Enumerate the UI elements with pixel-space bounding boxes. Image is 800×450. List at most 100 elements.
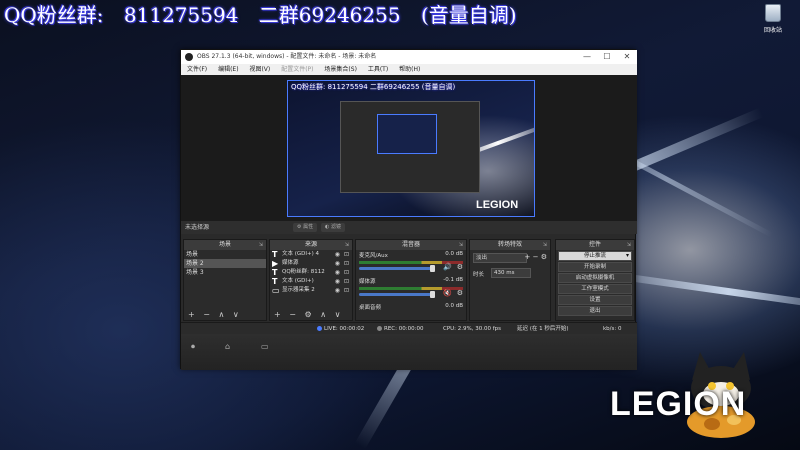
transition-type-select[interactable]: 淡出 <box>473 253 527 263</box>
rec-timer: REC: 00:00:00 <box>384 326 424 332</box>
start-recording-button[interactable]: 开始录制 <box>558 262 632 272</box>
properties-button[interactable]: ⚙ 属性 <box>293 223 318 232</box>
sources-title: 来源 ⇲ <box>270 240 352 250</box>
mixer-channel: 媒体源 -0.1 dB 🔇 ⚙ <box>356 276 466 302</box>
menu-file[interactable]: 文件(F) <box>187 66 207 73</box>
scene-item[interactable]: 场景 3 <box>184 268 266 277</box>
status-bar: LIVE: 00:00:02 REC: 00:00:00 CPU: 2.9%, … <box>181 322 637 334</box>
source-item[interactable]: ▭ 显示器采集 2 ◉ ⊡ <box>270 286 352 295</box>
gear-icon[interactable]: ⚙ <box>457 263 463 271</box>
transition-add-remove-icons[interactable]: + − ⚙ <box>525 253 547 261</box>
dock-float-icon[interactable]: ⇲ <box>543 240 547 250</box>
scenes-title-label: 场景 <box>218 241 231 248</box>
menu-edit[interactable]: 编辑(E) <box>218 66 238 73</box>
source-toolbar: 未选择源 ⚙ 属性 ◐ 滤镜 <box>181 221 637 234</box>
source-label: 显示器采集 2 <box>282 287 315 293</box>
dock-float-icon[interactable]: ⇲ <box>345 240 349 250</box>
lock-icon[interactable]: ⊡ <box>344 259 349 268</box>
channel-db: -0.1 dB <box>443 277 463 283</box>
display-capture-icon: ▭ <box>272 286 280 295</box>
legion-logo: LEGION <box>610 385 747 423</box>
settings-button[interactable]: 设置 <box>558 295 632 305</box>
source-item[interactable]: T 文本 (GDI+) ◉ ⊡ <box>270 277 352 286</box>
source-item[interactable]: T 文本 (GDI+) 4 ◉ ⊡ <box>270 250 352 259</box>
qq-number: 811275594 <box>123 3 239 27</box>
mixer-title: 混音器 ⇲ <box>356 240 466 250</box>
preview-logo: LEGION <box>476 199 519 211</box>
duration-input[interactable]: 430 ms <box>491 268 531 278</box>
source-label: QQ粉丝群: 8112 <box>282 269 325 275</box>
group2-text: 二群69246255 <box>258 3 401 27</box>
text-source-icon: T <box>272 277 278 286</box>
visibility-eye-icon[interactable]: ◉ <box>335 286 340 295</box>
preview-overlay-text: QQ粉丝群: 811275594 二群69246255 (音量自调) <box>291 83 456 91</box>
obs-app-icon <box>185 53 193 61</box>
source-label: 文本 (GDI+) 4 <box>282 251 320 257</box>
lock-icon[interactable]: ⊡ <box>344 286 349 295</box>
recycle-bin-icon <box>765 4 781 22</box>
filters-button[interactable]: ◐ 滤镜 <box>321 223 345 232</box>
mixer-title-label: 混音器 <box>401 241 420 248</box>
menu-view[interactable]: 视图(V) <box>249 66 270 73</box>
lock-icon[interactable]: ⊡ <box>344 268 349 277</box>
transition-select-row: 淡出 + − ⚙ <box>473 253 547 265</box>
visibility-eye-icon[interactable]: ◉ <box>335 250 340 259</box>
menu-help[interactable]: 帮助(H) <box>399 66 420 73</box>
volume-slider[interactable] <box>359 265 435 272</box>
exit-button[interactable]: 退出 <box>558 306 632 316</box>
recycle-bin-label: 回收站 <box>763 27 782 34</box>
source-item[interactable]: T QQ粉丝群: 8112 ◉ ⊡ <box>270 268 352 277</box>
menu-scene-collection[interactable]: 场景集合(S) <box>324 66 357 73</box>
nested-preview-inner <box>377 114 437 154</box>
maximize-button[interactable]: ☐ <box>597 50 617 64</box>
channel-db: 0.0 dB <box>445 303 463 309</box>
scenes-footer-buttons[interactable]: + − ∧ ∨ <box>184 310 266 320</box>
stream-overlay-text: QQ粉丝群: 811275594 二群69246255 (音量自调) <box>4 0 531 29</box>
source-item[interactable]: ▶ 媒体源 ◉ ⊡ <box>270 259 352 268</box>
window-title: OBS 27.1.3 (64-bit, windows) - 配置文件: 未命名… <box>197 53 377 60</box>
menu-profile[interactable]: 配置文件(P) <box>281 66 313 73</box>
window-icon: ▭ <box>261 342 269 351</box>
transitions-title: 转场特效 ⇲ <box>470 240 550 250</box>
window-titlebar[interactable]: OBS 27.1.3 (64-bit, windows) - 配置文件: 未命名… <box>181 50 637 64</box>
studio-mode-button[interactable]: 工作室模式 <box>558 284 632 294</box>
lock-icon[interactable]: ⊡ <box>344 250 349 259</box>
muted-speaker-icon[interactable]: 🔇 <box>443 289 452 297</box>
stop-streaming-button[interactable]: 停止推流 <box>558 251 632 261</box>
visibility-eye-icon[interactable]: ◉ <box>335 268 340 277</box>
source-label: 媒体源 <box>282 260 299 266</box>
menu-tools[interactable]: 工具(T) <box>368 66 388 73</box>
menu-bar: 文件(F) 编辑(E) 视图(V) 配置文件(P) 场景集合(S) 工具(T) … <box>181 64 637 75</box>
minimize-button[interactable]: — <box>577 50 597 64</box>
dock-float-icon[interactable]: ⇲ <box>259 240 263 250</box>
volume-note: (音量自调) <box>420 3 517 27</box>
speaker-icon[interactable]: 🔊 <box>443 263 452 271</box>
close-button[interactable]: ✕ <box>617 50 637 64</box>
dock-float-icon[interactable]: ⇲ <box>459 240 463 250</box>
live-timer: LIVE: 00:00:02 <box>324 326 365 332</box>
visibility-eye-icon[interactable]: ◉ <box>335 277 340 286</box>
qq-label: QQ粉丝群: <box>4 3 104 27</box>
mixer-channel: 麦克风/Aux 0.0 dB 🔊 ⚙ <box>356 250 466 276</box>
live-indicator-icon <box>317 326 322 331</box>
source-label: 文本 (GDI+) <box>282 278 314 284</box>
lock-icon[interactable]: ⊡ <box>344 277 349 286</box>
recycle-bin-shortcut[interactable]: 回收站 <box>756 4 790 34</box>
filters-label: 滤镜 <box>330 224 341 230</box>
rec-indicator-icon <box>377 326 382 331</box>
sources-dock: 来源 ⇲ T 文本 (GDI+) 4 ◉ ⊡ ▶ 媒体源 ◉ ⊡ T QQ粉丝群… <box>269 239 353 321</box>
scenes-dock: 场景 ⇲ 场景 场景 2 场景 3 + − ∧ ∨ <box>183 239 267 321</box>
properties-label: 属性 <box>303 224 314 230</box>
scene-item[interactable]: 场景 <box>184 250 266 259</box>
scene-item[interactable]: 场景 2 <box>184 259 266 268</box>
preview-canvas[interactable]: QQ粉丝群: 811275594 二群69246255 (音量自调) LEGIO… <box>287 80 535 217</box>
dock-float-icon[interactable]: ⇲ <box>627 240 631 250</box>
controls-title-label: 控件 <box>588 241 601 248</box>
volume-slider[interactable] <box>359 291 435 298</box>
sources-footer-buttons[interactable]: + − ⚙ ∧ ∨ <box>270 310 352 320</box>
transitions-title-label: 转场特效 <box>497 241 522 248</box>
preview-area: QQ粉丝群: 811275594 二群69246255 (音量自调) LEGIO… <box>181 75 637 221</box>
visibility-eye-icon[interactable]: ◉ <box>335 259 340 268</box>
start-virtual-camera-button[interactable]: 启动虚拟摄像机 <box>558 273 632 283</box>
gear-icon[interactable]: ⚙ <box>457 289 463 297</box>
